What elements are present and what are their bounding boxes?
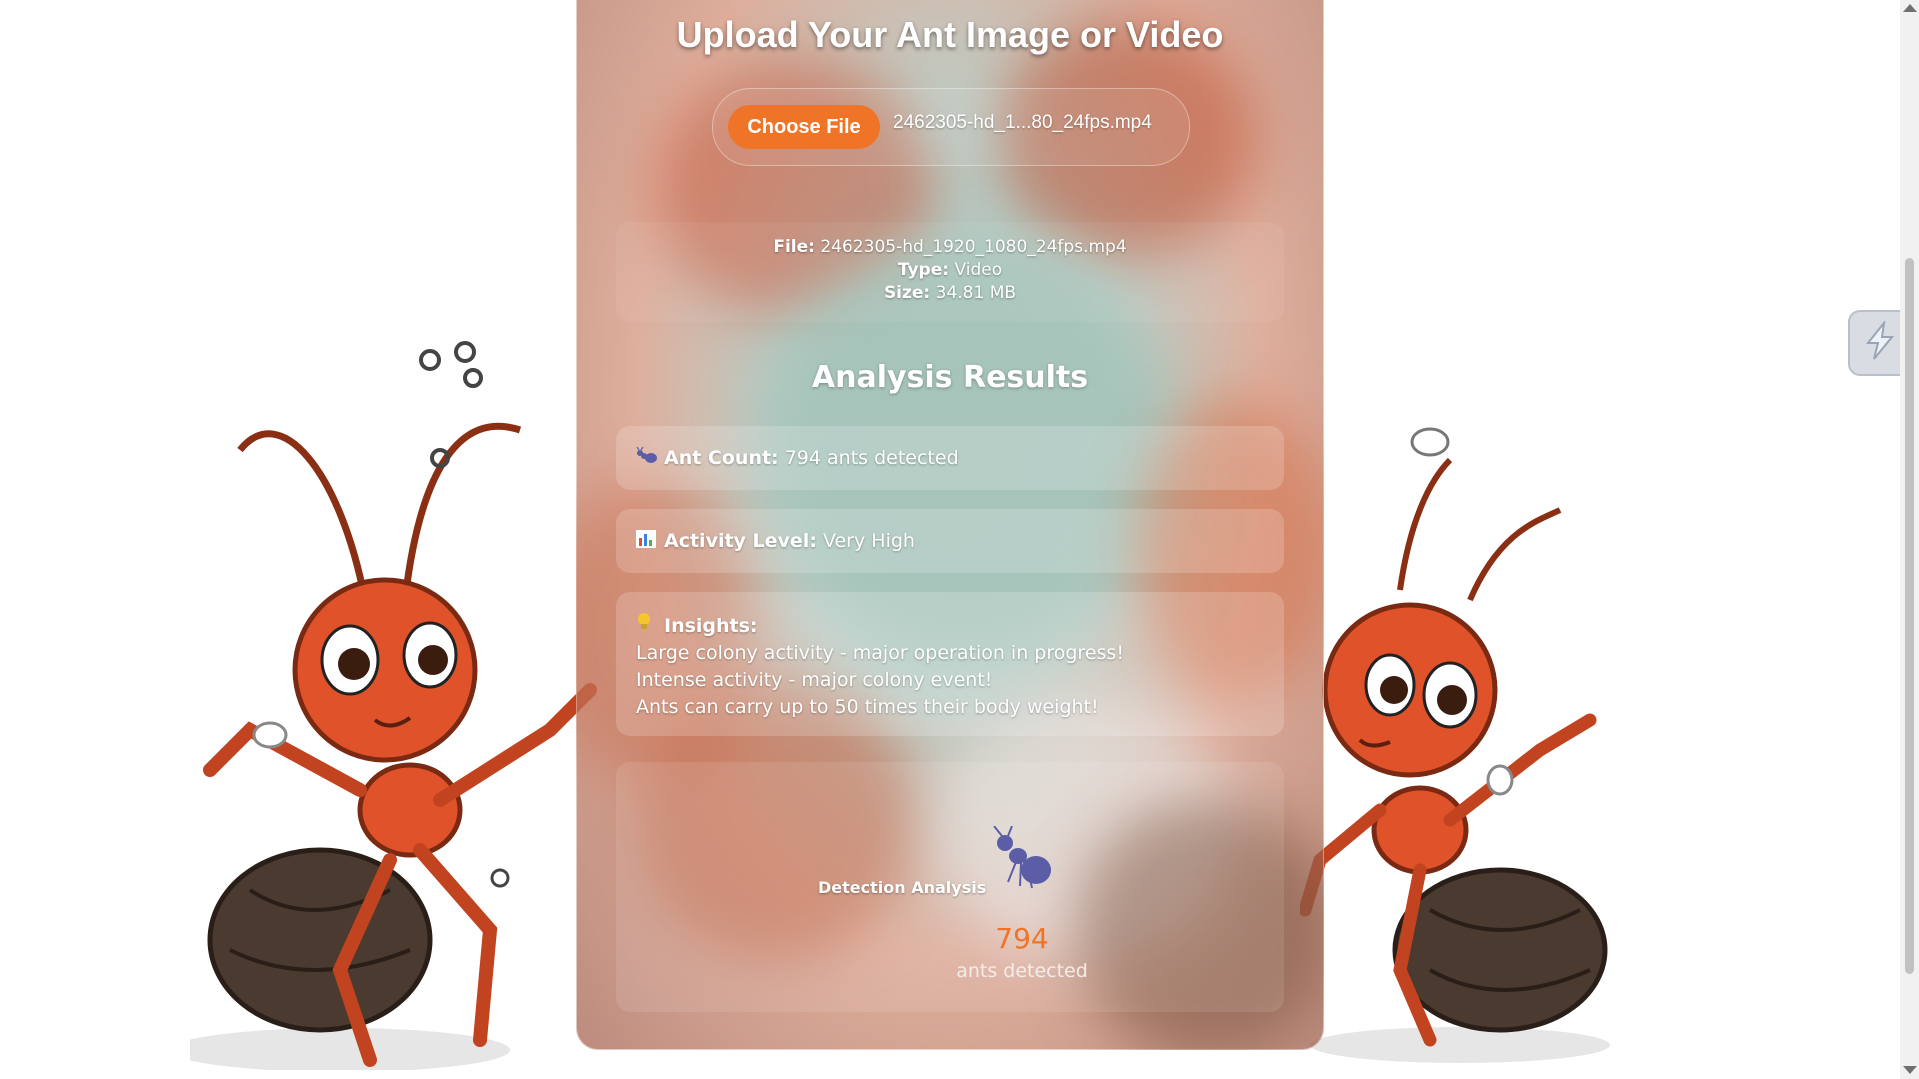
- file-info-card: File: 2462305-hd_1920_1080_24fps.mp4 Typ…: [616, 222, 1284, 322]
- ant-illustration-left: [190, 170, 610, 1070]
- ant-count-value: 794 ants detected: [784, 447, 959, 469]
- insight-item: Large colony activity - major operation …: [636, 642, 1124, 664]
- analysis-results-title: Analysis Results: [811, 360, 1089, 395]
- scrollbar-thumb[interactable]: [1905, 258, 1914, 974]
- scroll-up-arrow[interactable]: [1903, 4, 1917, 12]
- lightbulb-icon: [636, 612, 660, 640]
- file-info-type: Type: Video: [897, 260, 1003, 280]
- activity-level-value: Very High: [822, 530, 915, 552]
- ant-count-label: Ant Count:: [664, 447, 779, 469]
- insights-label: Insights:: [664, 615, 758, 637]
- ant-count-card: Ant Count: 794 ants detected: [616, 426, 1284, 490]
- activity-level-card: Activity Level: Very High: [616, 509, 1284, 573]
- choose-file-button[interactable]: Choose File: [728, 105, 880, 149]
- page-title: Upload Your Ant Image or Video: [676, 14, 1224, 55]
- detection-ant-icon: [988, 825, 1054, 892]
- detection-count-label: ants detected: [956, 960, 1088, 982]
- selected-file-name: 2462305-hd_1...80_24fps.mp4: [893, 112, 1152, 133]
- ant-icon: [636, 446, 660, 470]
- scroll-down-arrow[interactable]: [1903, 1066, 1917, 1074]
- lightning-icon: [1862, 319, 1898, 365]
- ant-illustration-right: [1300, 390, 1630, 1070]
- insight-item: Ants can carry up to 50 times their body…: [636, 696, 1099, 718]
- file-info-file: File: 2462305-hd_1920_1080_24fps.mp4: [773, 237, 1127, 257]
- file-info-size: Size: 34.81 MB: [883, 283, 1017, 303]
- page-background: Upload Your Ant Image or Video Choose Fi…: [0, 0, 1900, 1079]
- insight-item: Intense activity - major colony event!: [636, 669, 993, 691]
- bar-chart-icon: [636, 529, 660, 553]
- side-panel-button[interactable]: [1848, 310, 1900, 376]
- detection-count: 794: [995, 922, 1049, 955]
- detection-analysis-label: Detection Analysis: [818, 878, 987, 897]
- insights-card: Insights: Large colony activity - major …: [616, 592, 1284, 736]
- activity-level-label: Activity Level:: [664, 530, 817, 552]
